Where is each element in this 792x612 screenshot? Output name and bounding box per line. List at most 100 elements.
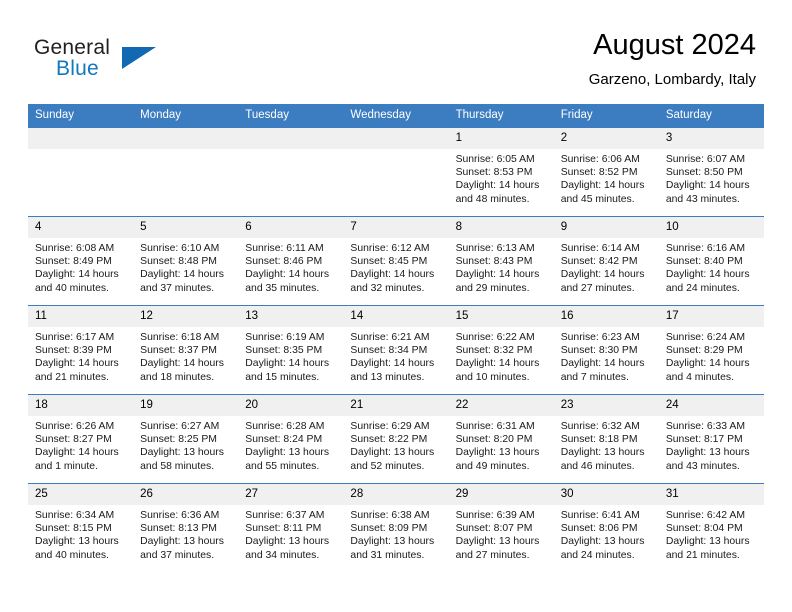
calendar-day-cell[interactable]: 25 Sunrise: 6:34 AM Sunset: 8:15 PM Dayligh… xyxy=(28,483,134,572)
calendar-day-cell[interactable]: 9 Sunrise: 6:14 AM Sunset: 8:42 PM Daylight… xyxy=(553,216,659,306)
day-details: Sunrise: 6:17 AM Sunset: 8:39 PM Daylight:… xyxy=(28,327,133,384)
daylight-text-line1: Daylight: 14 hours xyxy=(245,358,330,370)
title-block: August 2024 Garzeno, Lombardy, Italy xyxy=(589,28,756,90)
sunrise-text: Sunrise: 6:28 AM xyxy=(245,421,325,432)
daylight-text-line1: Daylight: 13 hours xyxy=(245,447,330,459)
calendar-day-cell[interactable]: 12 Sunrise: 6:18 AM Sunset: 8:37 PM Dayligh… xyxy=(133,305,239,395)
calendar-day-cell[interactable]: 20 Sunrise: 6:28 AM Sunset: 8:24 PM Dayligh… xyxy=(238,394,344,484)
calendar-day-cell[interactable]: 1 Sunrise: 6:05 AM Sunset: 8:53 PM Daylight… xyxy=(448,127,554,217)
day-number: 8 xyxy=(448,217,554,238)
calendar-day-cell[interactable]: 29 Sunrise: 6:39 AM Sunset: 8:07 PM Dayligh… xyxy=(448,483,554,572)
page-subtitle: Garzeno, Lombardy, Italy xyxy=(588,71,756,88)
day-details: Sunrise: 6:27 AM Sunset: 8:25 PM Daylight:… xyxy=(133,416,238,473)
calendar-day-cell[interactable]: 16 Sunrise: 6:23 AM Sunset: 8:30 PM Dayligh… xyxy=(553,305,659,395)
sunset-text: Sunset: 8:13 PM xyxy=(140,523,217,535)
daylight-text-line2: and 1 minute. xyxy=(35,460,98,472)
sunrise-text: Sunrise: 6:13 AM xyxy=(455,243,535,254)
day-details: Sunrise: 6:33 AM Sunset: 8:17 PM Daylight:… xyxy=(659,416,764,473)
sunset-text: Sunset: 8:37 PM xyxy=(140,345,217,357)
calendar-day-cell[interactable]: 6 Sunrise: 6:11 AM Sunset: 8:46 PM Daylight… xyxy=(238,216,344,306)
calendar-day-cell[interactable]: 28 Sunrise: 6:38 AM Sunset: 8:09 PM Dayligh… xyxy=(343,483,449,572)
day-number: 20 xyxy=(238,395,344,416)
sunrise-text: Sunrise: 6:29 AM xyxy=(350,421,430,432)
sunset-text: Sunset: 8:40 PM xyxy=(665,256,743,268)
sunrise-text: Sunrise: 6:34 AM xyxy=(35,510,115,521)
calendar-day-cell[interactable]: 8 Sunrise: 6:13 AM Sunset: 8:43 PM Daylight… xyxy=(448,216,554,306)
day-details: Sunrise: 6:13 AM Sunset: 8:43 PM Daylight:… xyxy=(449,238,554,295)
sunrise-text: Sunrise: 6:31 AM xyxy=(455,421,535,432)
calendar-day-cell[interactable]: 21 Sunrise: 6:29 AM Sunset: 8:22 PM Dayligh… xyxy=(343,394,449,484)
calendar-day-cell[interactable]: 11 Sunrise: 6:17 AM Sunset: 8:39 PM Dayligh… xyxy=(28,305,134,395)
sunrise-text: Sunrise: 6:19 AM xyxy=(245,332,325,343)
calendar-day-cell[interactable]: 10 Sunrise: 6:16 AM Sunset: 8:40 PM Dayligh… xyxy=(658,216,764,306)
calendar-day-cell[interactable]: 15 Sunrise: 6:22 AM Sunset: 8:32 PM Dayligh… xyxy=(448,305,554,395)
daylight-text-line2: and 13 minutes. xyxy=(350,371,425,383)
day-details: Sunrise: 6:10 AM Sunset: 8:48 PM Daylight:… xyxy=(133,238,238,295)
calendar-week-row: 18 Sunrise: 6:26 AM Sunset: 8:27 PM Dayligh… xyxy=(28,394,764,484)
calendar-day-cell[interactable]: 5 Sunrise: 6:10 AM Sunset: 8:48 PM Daylight… xyxy=(133,216,239,306)
calendar-day-cell[interactable]: 17 Sunrise: 6:24 AM Sunset: 8:29 PM Dayligh… xyxy=(658,305,764,395)
day-details: Sunrise: 6:11 AM Sunset: 8:46 PM Daylight:… xyxy=(238,238,343,295)
sunrise-text: Sunrise: 6:10 AM xyxy=(140,243,220,254)
daylight-text-line1: Daylight: 14 hours xyxy=(455,269,540,281)
day-details: Sunrise: 6:38 AM Sunset: 8:09 PM Daylight:… xyxy=(343,505,448,562)
sunrise-text: Sunrise: 6:11 AM xyxy=(245,243,324,254)
calendar-day-cell[interactable]: 18 Sunrise: 6:26 AM Sunset: 8:27 PM Dayligh… xyxy=(28,394,134,484)
day-details: Sunrise: 6:24 AM Sunset: 8:29 PM Daylight:… xyxy=(659,327,764,384)
calendar-week-row: 25 Sunrise: 6:34 AM Sunset: 8:15 PM Dayligh… xyxy=(28,483,764,572)
sunset-text: Sunset: 8:43 PM xyxy=(455,256,533,268)
daylight-text-line1: Daylight: 14 hours xyxy=(560,180,645,192)
calendar-day-cell[interactable]: 7 Sunrise: 6:12 AM Sunset: 8:45 PM Daylight… xyxy=(343,216,449,306)
daylight-text-line1: Daylight: 13 hours xyxy=(665,447,750,459)
sunset-text: Sunset: 8:46 PM xyxy=(245,256,323,268)
day-number: 29 xyxy=(448,484,554,505)
calendar-day-cell[interactable]: 30 Sunrise: 6:41 AM Sunset: 8:06 PM Dayligh… xyxy=(553,483,659,572)
daylight-text-line1: Daylight: 14 hours xyxy=(140,269,224,281)
calendar-day-cell[interactable]: 26 Sunrise: 6:36 AM Sunset: 8:13 PM Dayligh… xyxy=(133,483,239,572)
calendar-day-cell[interactable]: 4 Sunrise: 6:08 AM Sunset: 8:49 PM Daylight… xyxy=(28,216,134,306)
day-number: 27 xyxy=(238,484,344,505)
calendar-day-cell[interactable]: 27 Sunrise: 6:37 AM Sunset: 8:11 PM Dayligh… xyxy=(238,483,344,572)
logo-text-blue: Blue xyxy=(56,57,99,80)
sunrise-text: Sunrise: 6:18 AM xyxy=(140,332,220,343)
daylight-text-line2: and 58 minutes. xyxy=(140,460,215,472)
calendar-day-cell[interactable]: 24 Sunrise: 6:33 AM Sunset: 8:17 PM Dayligh… xyxy=(658,394,764,484)
daylight-text-line1: Daylight: 14 hours xyxy=(35,447,119,459)
weekday-header-thursday: Thursday xyxy=(448,104,554,128)
sunset-text: Sunset: 8:52 PM xyxy=(560,167,638,179)
calendar-day-cell[interactable]: 13 Sunrise: 6:19 AM Sunset: 8:35 PM Dayligh… xyxy=(238,305,344,395)
daylight-text-line2: and 40 minutes. xyxy=(35,282,109,294)
page-title: August 2024 xyxy=(593,29,756,61)
day-details: Sunrise: 6:07 AM Sunset: 8:50 PM Daylight:… xyxy=(659,149,764,206)
calendar-day-cell[interactable]: 31 Sunrise: 6:42 AM Sunset: 8:04 PM Dayligh… xyxy=(658,483,764,572)
sunrise-text: Sunrise: 6:05 AM xyxy=(455,154,535,165)
daylight-text-line2: and 40 minutes. xyxy=(35,549,109,561)
sunset-text: Sunset: 8:27 PM xyxy=(35,434,112,446)
calendar-day-cell[interactable]: 19 Sunrise: 6:27 AM Sunset: 8:25 PM Dayligh… xyxy=(133,394,239,484)
daylight-text-line2: and 43 minutes. xyxy=(665,193,740,205)
day-number: 6 xyxy=(238,217,344,238)
day-number: 16 xyxy=(553,306,659,327)
day-number: 28 xyxy=(343,484,449,505)
day-details: Sunrise: 6:37 AM Sunset: 8:11 PM Daylight:… xyxy=(238,505,343,562)
sunrise-text: Sunrise: 6:21 AM xyxy=(350,332,430,343)
general-blue-logo[interactable]: General Blue xyxy=(34,36,164,86)
daylight-text-line2: and 29 minutes. xyxy=(455,282,530,294)
sunrise-text: Sunrise: 6:26 AM xyxy=(35,421,115,432)
weekday-header-wednesday: Wednesday xyxy=(343,104,449,128)
calendar-day-cell[interactable]: 23 Sunrise: 6:32 AM Sunset: 8:18 PM Dayligh… xyxy=(553,394,659,484)
daylight-text-line1: Daylight: 14 hours xyxy=(350,358,435,370)
calendar-day-cell[interactable]: 22 Sunrise: 6:31 AM Sunset: 8:20 PM Dayligh… xyxy=(448,394,554,484)
calendar-day-cell[interactable]: 2 Sunrise: 6:06 AM Sunset: 8:52 PM Daylight… xyxy=(553,127,659,217)
sunset-text: Sunset: 8:15 PM xyxy=(35,523,112,535)
calendar-day-cell[interactable]: 3 Sunrise: 6:07 AM Sunset: 8:50 PM Daylight… xyxy=(658,127,764,217)
day-number xyxy=(28,128,134,149)
sunset-text: Sunset: 8:50 PM xyxy=(665,167,743,179)
sunrise-text: Sunrise: 6:14 AM xyxy=(560,243,640,254)
calendar-cell-empty xyxy=(133,127,239,217)
sunrise-text: Sunrise: 6:12 AM xyxy=(350,243,430,254)
calendar-day-cell[interactable]: 14 Sunrise: 6:21 AM Sunset: 8:34 PM Dayligh… xyxy=(343,305,449,395)
sunset-text: Sunset: 8:45 PM xyxy=(350,256,428,268)
sunrise-text: Sunrise: 6:32 AM xyxy=(560,421,640,432)
daylight-text-line2: and 48 minutes. xyxy=(455,193,530,205)
